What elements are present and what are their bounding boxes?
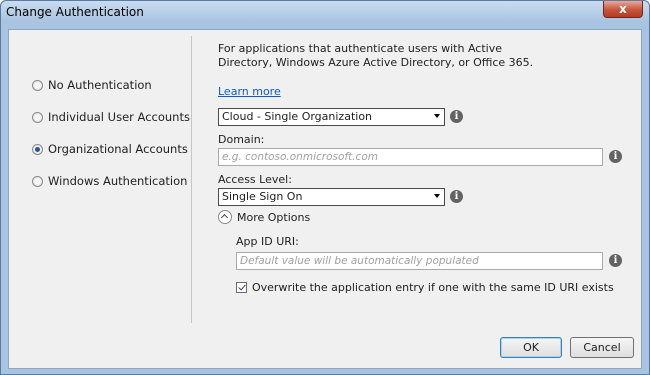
- radio-button[interactable]: [32, 79, 43, 91]
- radio-windows-authentication[interactable]: Windows Authentication: [32, 173, 187, 189]
- organization-type-dropdown[interactable]: Cloud - Single Organization: [218, 108, 445, 126]
- radio-label: Organizational Accounts: [48, 142, 188, 156]
- overwrite-checkbox[interactable]: [236, 282, 247, 293]
- radio-button-selected[interactable]: [32, 143, 43, 155]
- access-level-label: Access Level:: [218, 173, 292, 186]
- radio-label: Windows Authentication: [48, 174, 188, 188]
- cancel-button[interactable]: Cancel: [570, 337, 634, 358]
- vertical-divider: [191, 36, 192, 323]
- radio-button[interactable]: [32, 175, 43, 187]
- radio-label: No Authentication: [48, 78, 152, 92]
- dialog-title: Change Authentication: [6, 5, 144, 19]
- info-icon[interactable]: i: [450, 110, 463, 123]
- close-icon: x: [619, 2, 627, 16]
- access-level-dropdown[interactable]: Single Sign On: [218, 188, 445, 206]
- info-icon[interactable]: i: [609, 150, 622, 163]
- radio-no-authentication[interactable]: No Authentication: [32, 77, 152, 93]
- radio-organizational-accounts[interactable]: Organizational Accounts: [32, 141, 188, 157]
- radio-button[interactable]: [32, 111, 43, 123]
- change-authentication-dialog: Change Authentication x No Authenticatio…: [0, 0, 650, 375]
- app-id-uri-input[interactable]: Default value will be automatically popu…: [236, 252, 603, 270]
- chevron-down-icon: [434, 114, 440, 118]
- learn-more-link[interactable]: Learn more: [218, 85, 281, 98]
- app-id-uri-label: App ID URI:: [236, 235, 299, 248]
- domain-label: Domain:: [218, 133, 265, 146]
- overwrite-option[interactable]: Overwrite the application entry if one w…: [236, 281, 614, 294]
- radio-individual-user-accounts[interactable]: Individual User Accounts: [32, 109, 190, 125]
- radio-label: Individual User Accounts: [48, 110, 190, 124]
- title-bar[interactable]: Change Authentication x: [1, 1, 649, 23]
- info-icon[interactable]: i: [609, 254, 622, 267]
- close-button[interactable]: x: [603, 1, 643, 18]
- ok-button[interactable]: OK: [500, 337, 562, 358]
- dialog-body: No Authentication Individual User Accoun…: [8, 29, 642, 369]
- chevron-down-icon: [434, 194, 440, 198]
- domain-input[interactable]: e.g. contoso.onmicrosoft.com: [218, 148, 603, 166]
- chevron-up-icon[interactable]: [218, 210, 232, 224]
- dropdown-value: Cloud - Single Organization: [222, 110, 373, 123]
- overwrite-label: Overwrite the application entry if one w…: [252, 281, 614, 294]
- info-icon[interactable]: i: [450, 190, 463, 203]
- more-options-label: More Options: [237, 210, 311, 224]
- dropdown-value: Single Sign On: [222, 190, 303, 203]
- more-options-toggle[interactable]: More Options: [218, 210, 310, 224]
- description-text: For applications that authenticate users…: [218, 42, 534, 69]
